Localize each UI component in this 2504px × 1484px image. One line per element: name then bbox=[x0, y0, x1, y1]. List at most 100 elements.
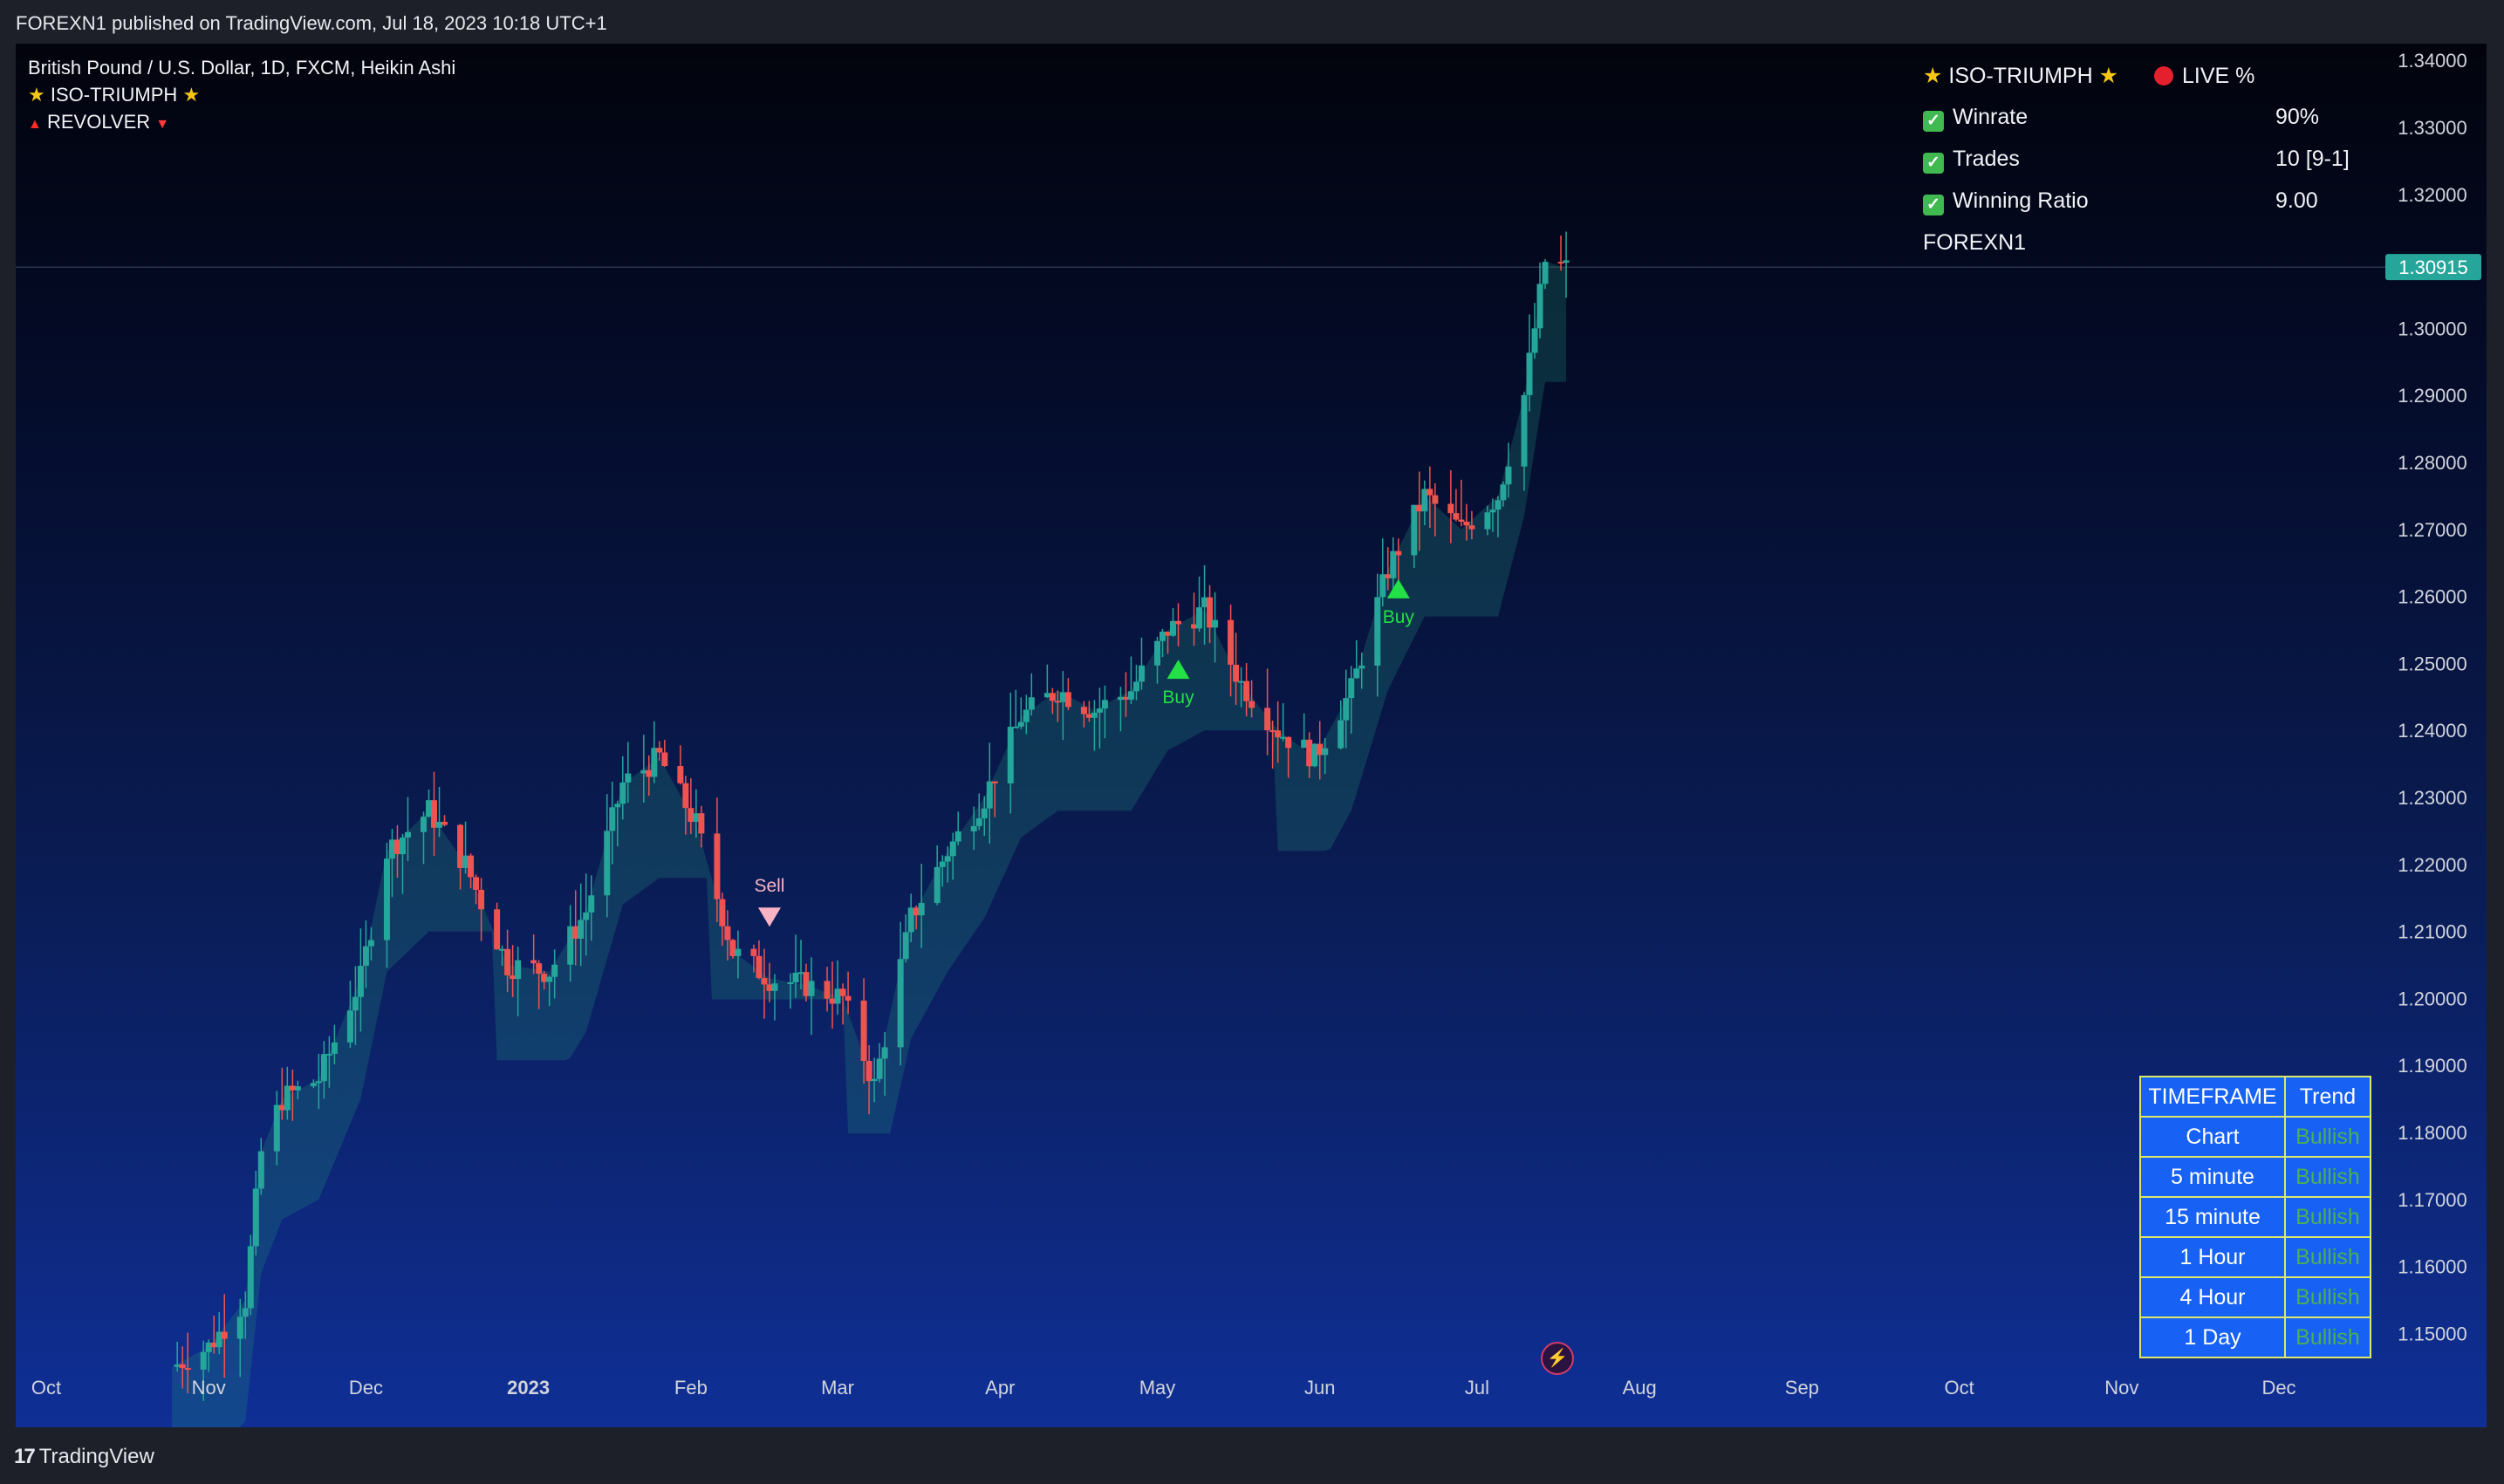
candle-body bbox=[646, 769, 653, 777]
candle-body bbox=[1122, 696, 1129, 700]
lightning-icon[interactable]: ⚡ bbox=[1541, 1342, 1574, 1375]
x-tick-label: Oct bbox=[31, 1377, 61, 1399]
candle-body bbox=[367, 940, 374, 947]
candle-body bbox=[1426, 489, 1433, 496]
candle-body bbox=[457, 824, 464, 868]
live-dot-icon bbox=[2153, 66, 2173, 85]
candle-body bbox=[1280, 736, 1287, 739]
candle-body bbox=[494, 909, 501, 950]
candle-body bbox=[651, 748, 658, 777]
candle-body bbox=[625, 773, 632, 783]
candle-body bbox=[1411, 504, 1418, 556]
candle-body bbox=[918, 903, 925, 916]
candle-body bbox=[1264, 708, 1271, 731]
candle-body bbox=[1175, 620, 1182, 625]
candle-body bbox=[1531, 328, 1538, 353]
x-tick-label: Oct bbox=[1944, 1377, 1974, 1399]
candle-body bbox=[1285, 736, 1292, 749]
candle-body bbox=[1353, 668, 1360, 679]
candle-body bbox=[1306, 739, 1313, 767]
candle-body bbox=[242, 1308, 249, 1317]
candle-body bbox=[939, 861, 946, 867]
candle-body bbox=[1484, 512, 1491, 530]
candle-body bbox=[902, 932, 909, 960]
candle-body bbox=[661, 752, 668, 767]
y-tick-label: 1.34000 bbox=[2398, 50, 2467, 72]
check-icon: ✓ bbox=[1923, 153, 1944, 174]
candle-body bbox=[536, 963, 543, 975]
x-tick-label: 2023 bbox=[507, 1377, 550, 1399]
candle-body bbox=[845, 995, 852, 1001]
candle-body bbox=[865, 1061, 872, 1082]
candle-body bbox=[431, 800, 438, 828]
y-tick-label: 1.16000 bbox=[2398, 1256, 2467, 1278]
candle-body bbox=[278, 1104, 285, 1111]
candle-body bbox=[1096, 708, 1103, 713]
candle-body bbox=[991, 781, 998, 783]
x-tick-label: Nov bbox=[2104, 1377, 2138, 1399]
stats-row-winrate: ✓ Winrate 90% bbox=[1923, 105, 2394, 147]
candle-body bbox=[1127, 691, 1134, 700]
candle-body bbox=[221, 1331, 228, 1339]
timeframe-cell: 4 Hour bbox=[2139, 1276, 2286, 1318]
candle-body bbox=[551, 964, 558, 977]
candle-body bbox=[1023, 709, 1030, 722]
last-price-label: 1.30915 bbox=[2398, 256, 2468, 278]
candle-body bbox=[1117, 696, 1124, 701]
stats-label: Trades bbox=[1953, 147, 2020, 171]
table-row: 15 minute Bullish bbox=[2139, 1196, 2371, 1238]
y-tick-label: 1.33000 bbox=[2398, 117, 2467, 139]
candle-body bbox=[640, 769, 647, 774]
candle-body bbox=[970, 825, 977, 831]
candle-body bbox=[567, 926, 574, 965]
buy-signal-label: Buy bbox=[1383, 607, 1415, 627]
candle-body bbox=[756, 955, 763, 979]
candle-body bbox=[504, 948, 511, 976]
candle-body bbox=[200, 1351, 207, 1370]
candle-body bbox=[1526, 352, 1533, 395]
candle-body bbox=[1343, 698, 1350, 721]
trend-cell: Bullish bbox=[2284, 1156, 2371, 1198]
candle-body bbox=[1160, 631, 1166, 641]
indicator-iso-triumph[interactable]: ★ ISO-TRIUMPH ★ bbox=[28, 81, 455, 108]
tradingview-logo[interactable]: 17 TradingView bbox=[14, 1445, 154, 1469]
candle-body bbox=[362, 946, 369, 966]
trend-cell: Bullish bbox=[2284, 1116, 2371, 1158]
stats-row-winning-ratio: ✓ Winning Ratio 9.00 bbox=[1923, 188, 2394, 230]
candle-body bbox=[499, 948, 506, 951]
timeframe-cell: 15 minute bbox=[2139, 1196, 2286, 1238]
y-tick-label: 1.23000 bbox=[2398, 787, 2467, 809]
x-tick-label: Nov bbox=[192, 1377, 226, 1399]
symbol-line[interactable]: British Pound / U.S. Dollar, 1D, FXCM, H… bbox=[28, 54, 455, 81]
candle-body bbox=[1085, 714, 1092, 718]
star-icon: ★ bbox=[1923, 64, 1943, 88]
x-tick-label: Jul bbox=[1465, 1377, 1489, 1399]
candle-body bbox=[1275, 730, 1282, 738]
candle-body bbox=[986, 781, 993, 809]
y-tick-label: 1.26000 bbox=[2398, 586, 2467, 608]
candle-body bbox=[515, 960, 522, 980]
candle-body bbox=[1453, 513, 1460, 520]
trend-cell: Bullish bbox=[2284, 1196, 2371, 1238]
candle-body bbox=[803, 972, 810, 996]
live-label: LIVE % bbox=[2181, 64, 2255, 88]
candle-body bbox=[1421, 489, 1428, 512]
y-tick-label: 1.22000 bbox=[2398, 854, 2467, 876]
chart-area[interactable]: SellBuyBuy1.340001.330001.320001.310001.… bbox=[16, 44, 2487, 1427]
stats-row-trades: ✓ Trades 10 [9-1] bbox=[1923, 147, 2394, 188]
sell-signal-label: Sell bbox=[754, 876, 784, 896]
candle-body bbox=[1233, 664, 1240, 682]
bottom-bar: 17 TradingView bbox=[0, 1427, 2504, 1484]
trend-cell: Bullish bbox=[2284, 1316, 2371, 1358]
candle-body bbox=[1521, 394, 1528, 467]
candle-body bbox=[1458, 519, 1465, 522]
candle-body bbox=[792, 972, 799, 982]
y-tick-label: 1.17000 bbox=[2398, 1189, 2467, 1211]
candle-body bbox=[1269, 730, 1276, 733]
indicator-revolver[interactable]: ▲ REVOLVER ▼ bbox=[28, 108, 455, 138]
tv-logo-icon: 17 bbox=[14, 1445, 36, 1468]
publisher-line: FOREXN1 published on TradingView.com, Ju… bbox=[16, 12, 607, 34]
candle-body bbox=[1196, 607, 1203, 629]
stats-label: Winrate bbox=[1953, 105, 2029, 129]
candle-body bbox=[421, 817, 428, 832]
